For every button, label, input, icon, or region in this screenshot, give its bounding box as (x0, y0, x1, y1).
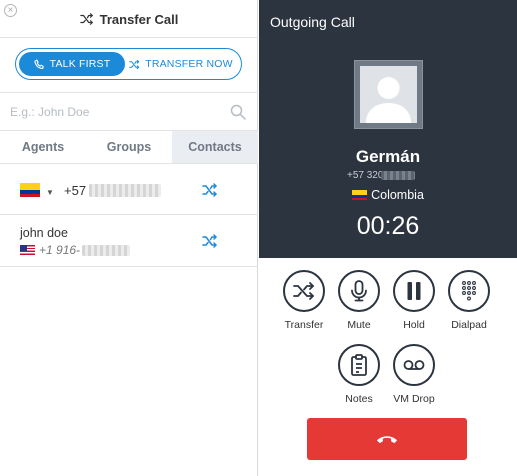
call-panel: Outgoing Call Germán +57 320 Colombia 00… (259, 0, 517, 476)
transfer-now-button[interactable]: TRANSFER NOW (125, 52, 237, 76)
tab-agents[interactable]: Agents (0, 131, 86, 163)
transfer-icon[interactable] (202, 182, 218, 198)
call-info-section: Outgoing Call Germán +57 320 Colombia 00… (259, 0, 517, 258)
talk-first-button[interactable]: TALK FIRST (19, 52, 125, 76)
transfer-label: Transfer (284, 319, 324, 331)
search-icon[interactable] (230, 104, 246, 120)
clipboard-icon (351, 354, 367, 376)
hold-button[interactable]: Hold (386, 270, 442, 331)
call-status-title: Outgoing Call (270, 14, 355, 30)
shuffle-icon (79, 13, 93, 25)
caller-country-label: Colombia (371, 188, 424, 202)
avatar (354, 60, 423, 129)
voicemail-icon (403, 360, 425, 370)
transfer-panel-title: Transfer Call (0, 0, 258, 38)
transfer-now-label: TRANSFER NOW (145, 58, 233, 70)
contact-row[interactable]: john doe +1 916- (0, 215, 258, 267)
pause-icon (407, 282, 421, 300)
transfer-panel-header: Transfer Call × (0, 0, 258, 38)
call-timer: 00:26 (356, 212, 420, 240)
notes-button[interactable]: Notes (331, 344, 387, 405)
caller-name: Germán (355, 147, 421, 166)
transfer-panel-title-text: Transfer Call (99, 11, 179, 27)
mute-button[interactable]: Mute (331, 270, 387, 331)
transfer-tabs: Agents Groups Contacts (0, 131, 258, 164)
user-silhouette-icon (366, 77, 411, 123)
number-entry-row[interactable]: ▼ +57 (0, 164, 258, 215)
transfer-panel: Transfer Call × TALK FIRST TRANSFER NOW (0, 0, 258, 476)
vm-drop-label: VM Drop (393, 393, 435, 405)
hold-label: Hold (403, 319, 425, 331)
redacted-number (82, 245, 130, 256)
close-icon[interactable]: × (4, 4, 17, 17)
colombia-flag-icon[interactable] (20, 183, 40, 197)
dialpad-button[interactable]: Dialpad (441, 270, 497, 331)
number-prefix: +57 (64, 183, 87, 198)
microphone-icon (351, 280, 367, 302)
vm-drop-button[interactable]: VM Drop (386, 344, 442, 405)
hang-up-icon (376, 435, 398, 443)
notes-label: Notes (345, 393, 373, 405)
shuffle-icon (129, 59, 140, 69)
tab-contacts[interactable]: Contacts (172, 131, 258, 163)
talk-first-label: TALK FIRST (49, 58, 111, 70)
phone-icon (33, 58, 44, 69)
us-flag-icon (20, 245, 35, 255)
dialpad-label: Dialpad (451, 319, 487, 331)
contact-number: +1 916- (39, 243, 81, 257)
colombia-flag-icon (352, 190, 368, 200)
tab-groups[interactable]: Groups (86, 131, 172, 163)
caller-country: Colombia (259, 188, 517, 202)
transfer-icon[interactable] (202, 233, 218, 249)
contact-name: john doe (20, 226, 68, 240)
mute-label: Mute (347, 319, 371, 331)
contact-search (0, 93, 258, 131)
transfer-mode-toggle: TALK FIRST TRANSFER NOW (15, 48, 242, 80)
redacted-number (89, 184, 161, 197)
country-dropdown-icon[interactable]: ▼ (46, 188, 54, 197)
dialpad-icon (462, 281, 476, 301)
transfer-button[interactable]: Transfer (276, 270, 332, 331)
search-input[interactable] (10, 101, 225, 123)
redacted-caller-number (381, 171, 415, 180)
transfer-icon (293, 282, 314, 300)
hang-up-button[interactable] (307, 418, 467, 460)
transfer-mode-section: TALK FIRST TRANSFER NOW (0, 38, 258, 93)
caller-number: +57 320 (347, 170, 384, 181)
